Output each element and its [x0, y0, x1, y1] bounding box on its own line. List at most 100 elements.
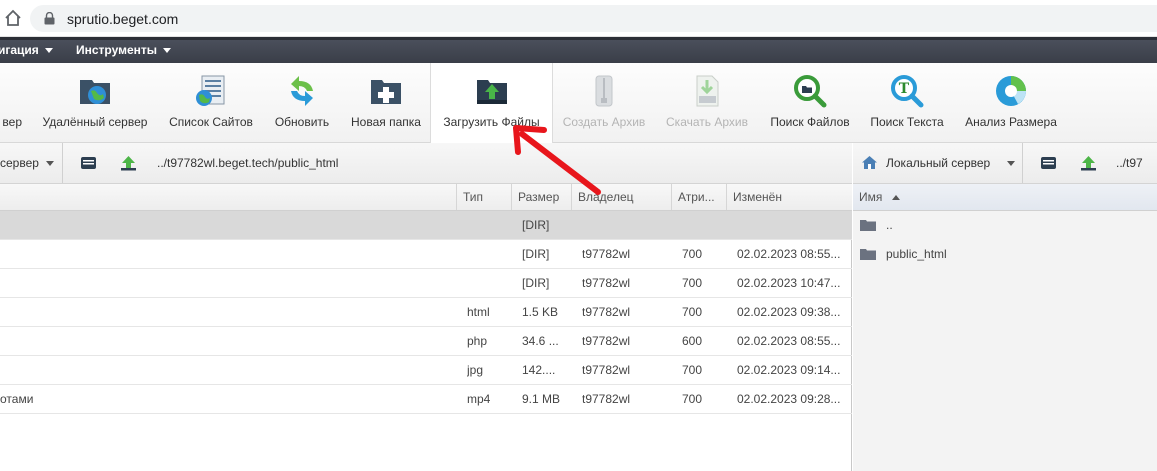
table-row[interactable]: [DIR] t97782wl 700 02.02.2023 10:47... — [0, 269, 852, 298]
cell-attributes: 600 — [682, 334, 703, 348]
home-icon — [862, 156, 877, 169]
up-folder-icon[interactable] — [120, 155, 137, 171]
cell-name — [0, 269, 450, 297]
caret-down-icon — [163, 48, 172, 54]
table-header: Тип Размер Владелец Атри... Изменён — [0, 184, 852, 211]
site-list-button[interactable]: Список Сайтов — [164, 63, 258, 143]
left-path-text: ../t97782wl.beget.tech/public_html — [157, 156, 339, 170]
cell-size: 34.6 ... — [522, 334, 559, 348]
download-archive-icon — [696, 75, 719, 107]
cell-attributes: 700 — [682, 247, 703, 261]
drive-icon[interactable] — [80, 156, 97, 170]
table-row[interactable]: [DIR] t97782wl 700 02.02.2023 08:55... — [0, 240, 852, 269]
folder-icon — [860, 249, 876, 260]
cell-attributes: 700 — [682, 276, 703, 290]
list-item[interactable]: .. — [853, 211, 1157, 240]
toolbar-server-button[interactable]: вер — [0, 63, 24, 143]
column-modified[interactable]: Изменён — [726, 184, 852, 210]
right-server-label: Локальный сервер — [886, 156, 991, 170]
caret-down-icon — [44, 48, 53, 54]
right-path-text: ../t97 — [1116, 156, 1143, 170]
cell-modified — [737, 211, 851, 239]
cell-owner: t97782wl — [582, 305, 631, 319]
cell-size: 1.5 KB — [522, 305, 559, 319]
menu-navigation-label: игация — [0, 43, 39, 57]
cell-name — [0, 240, 450, 268]
cell-attributes: 700 — [682, 392, 703, 406]
cell-attributes — [682, 211, 722, 239]
caret-down-icon — [46, 161, 54, 166]
column-attributes[interactable]: Атри... — [671, 184, 726, 210]
cell-modified: 02.02.2023 09:38... — [737, 305, 841, 319]
cell-attributes: 700 — [682, 363, 703, 377]
refresh-label: Обновить — [274, 115, 330, 129]
left-server-label: сервер — [0, 156, 39, 170]
size-analysis-icon — [996, 76, 1026, 106]
annotation-arrow-icon — [513, 125, 601, 195]
refresh-button[interactable]: Обновить — [266, 63, 338, 143]
svg-text:T: T — [899, 81, 910, 97]
cell-size: 9.1 MB — [522, 392, 561, 406]
search-files-icon — [794, 75, 827, 108]
cell-name — [0, 211, 450, 239]
cell-modified: 02.02.2023 08:55... — [737, 334, 841, 348]
url-text: sprutio.beget.com — [67, 11, 179, 27]
remote-server-button[interactable]: Удалённый сервер — [36, 63, 154, 143]
cell-modified: 02.02.2023 08:55... — [737, 247, 841, 261]
up-folder-icon[interactable] — [1080, 155, 1097, 171]
cell-modified: 02.02.2023 09:28... — [737, 392, 841, 406]
right-path-bar: Локальный сервер ../t97 — [853, 143, 1157, 184]
new-folder-label: Новая папка — [351, 115, 421, 129]
table-row[interactable]: php 34.6 ... t97782wl 600 02.02.2023 08:… — [0, 327, 852, 356]
search-text-button[interactable]: T Поиск Текста — [864, 63, 950, 143]
download-archive-label: Скачать Архив — [666, 115, 748, 129]
column-name-label: Имя — [859, 190, 883, 204]
table-row[interactable]: [DIR] — [0, 211, 852, 240]
cell-owner: t97782wl — [582, 334, 631, 348]
cell-type: mp4 — [467, 392, 491, 406]
download-archive-button[interactable]: Скачать Архив — [658, 63, 756, 143]
right-server-select[interactable]: Локальный сервер — [853, 143, 1023, 183]
drive-icon[interactable] — [1040, 156, 1057, 170]
new-folder-icon — [371, 80, 401, 104]
table-row[interactable]: jpg 142.... t97782wl 700 02.02.2023 09:1… — [0, 356, 852, 385]
cell-size: [DIR] — [522, 276, 550, 290]
cell-owner — [582, 211, 670, 239]
table-row[interactable]: отами mp4 9.1 MB t97782wl 700 02.02.2023… — [0, 385, 852, 414]
caret-down-icon — [1007, 161, 1015, 166]
item-name: .. — [886, 218, 893, 232]
cell-name: отами — [0, 392, 34, 406]
browser-address-bar: sprutio.beget.com — [0, 0, 1157, 37]
table-row[interactable]: html 1.5 KB t97782wl 700 02.02.2023 09:3… — [0, 298, 852, 327]
menu-tools[interactable]: Инструменты — [76, 43, 172, 57]
cell-type: jpg — [467, 363, 484, 377]
cell-name — [0, 298, 450, 326]
left-server-select[interactable]: сервер — [0, 143, 63, 183]
cell-modified: 02.02.2023 09:14... — [737, 363, 841, 377]
sort-ascending-icon — [891, 195, 900, 201]
folder-icon — [860, 220, 876, 231]
column-name[interactable]: Имя — [853, 184, 1157, 210]
remote-server-icon — [80, 80, 110, 104]
menu-navigation[interactable]: игация — [0, 43, 53, 57]
lock-icon — [44, 12, 55, 25]
site-list-icon — [196, 75, 225, 106]
left-file-table: Тип Размер Владелец Атри... Изменён [DIR… — [0, 184, 852, 471]
cell-modified: 02.02.2023 10:47... — [737, 276, 841, 290]
list-item[interactable]: public_html — [853, 240, 1157, 269]
search-text-label: Поиск Текста — [870, 115, 944, 129]
search-files-button[interactable]: Поиск Файлов — [764, 63, 856, 143]
cell-name — [0, 356, 450, 384]
search-text-icon: T — [891, 75, 924, 108]
size-analysis-label: Анализ Размера — [965, 115, 1057, 129]
home-icon[interactable] — [4, 9, 22, 27]
cell-owner: t97782wl — [582, 363, 631, 377]
url-field[interactable]: sprutio.beget.com — [30, 5, 1157, 32]
cell-owner: t97782wl — [582, 392, 631, 406]
menu-bar: игация Инструменты — [0, 37, 1157, 63]
new-folder-button[interactable]: Новая папка — [344, 63, 428, 143]
remote-server-label: Удалённый сервер — [42, 115, 148, 129]
item-name: public_html — [886, 247, 947, 261]
left-path-bar: сервер ../t97782wl.beget.tech/public_htm… — [0, 143, 852, 184]
size-analysis-button[interactable]: Анализ Размера — [958, 63, 1064, 143]
